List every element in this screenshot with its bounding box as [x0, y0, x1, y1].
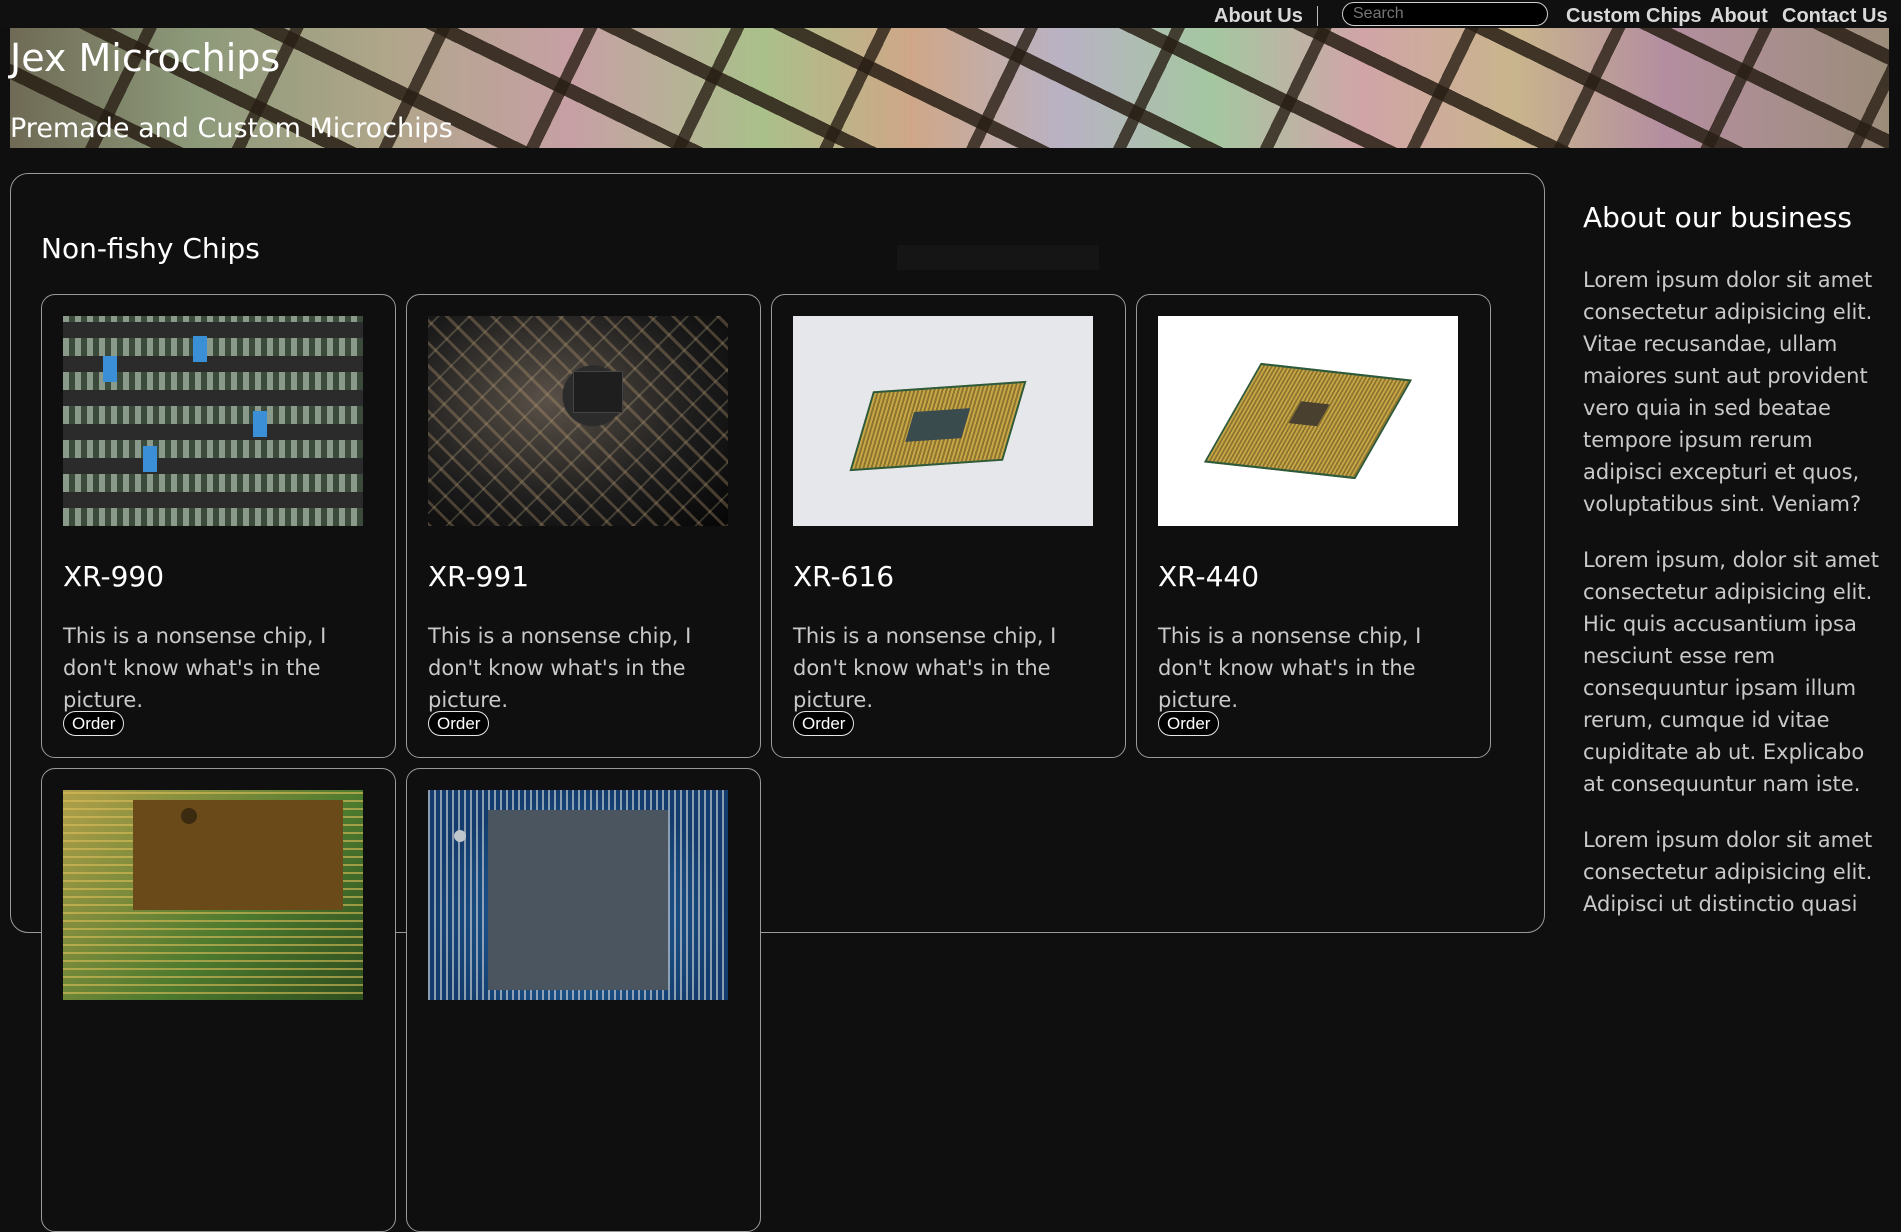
cpu-chip	[1203, 362, 1413, 480]
product-image	[63, 790, 363, 1000]
faded-overlay-element	[897, 245, 1099, 270]
chip-marking	[181, 808, 197, 824]
product-description: This is a nonsense chip, I don't know wh…	[63, 624, 327, 712]
product-description: This is a nonsense chip, I don't know wh…	[793, 624, 1057, 712]
capacitor	[253, 411, 267, 437]
section-title: Non-fishy Chips	[41, 232, 260, 265]
cpu-core	[905, 408, 971, 442]
product-name: XR-991	[428, 560, 530, 593]
ic-chip	[573, 371, 623, 413]
product-name: XR-440	[1158, 560, 1260, 593]
nav-link-custom-chips[interactable]: Custom Chips	[1566, 5, 1702, 27]
nav-divider	[1317, 6, 1318, 26]
product-description: This is a nonsense chip, I don't know wh…	[1158, 624, 1422, 712]
product-card	[406, 768, 761, 1232]
order-button[interactable]: Order	[428, 711, 490, 736]
site-subtitle: Premade and Custom Microchips	[10, 113, 453, 144]
product-card	[41, 768, 396, 1232]
product-image	[428, 316, 728, 526]
product-name: XR-616	[793, 560, 895, 593]
product-image	[1158, 316, 1458, 526]
product-image	[793, 316, 1093, 526]
capacitor	[103, 356, 117, 382]
sidebar-title: About our business	[1583, 201, 1853, 234]
cpu-core	[1288, 401, 1330, 427]
cpu-chip	[849, 380, 1027, 472]
product-card: XR-991 This is a nonsense chip, I don't …	[406, 294, 761, 758]
capacitor	[193, 336, 207, 362]
nav-link-about-us[interactable]: About Us	[1214, 5, 1303, 27]
search-input[interactable]	[1342, 2, 1548, 26]
nav-link-about[interactable]: About	[1710, 5, 1768, 27]
sidebar-paragraph: Lorem ipsum dolor sit amet consectetur a…	[1583, 268, 1873, 516]
solder-point	[454, 830, 466, 842]
site-title: Jex Microchips	[10, 36, 281, 80]
sidebar-paragraph: Lorem ipsum dolor sit amet consectetur a…	[1583, 828, 1873, 916]
product-image	[63, 316, 363, 526]
product-card: XR-990 This is a nonsense chip, I don't …	[41, 294, 396, 758]
sidebar-paragraph: Lorem ipsum, dolor sit amet consectetur …	[1583, 548, 1879, 796]
product-name: XR-990	[63, 560, 165, 593]
top-navbar: About Us Custom Chips About Contact Us	[0, 0, 1901, 28]
order-button[interactable]: Order	[63, 711, 125, 736]
product-image	[428, 790, 728, 1000]
product-card: XR-440 This is a nonsense chip, I don't …	[1136, 294, 1491, 758]
product-card: XR-616 This is a nonsense chip, I don't …	[771, 294, 1126, 758]
capacitor	[143, 446, 157, 472]
product-description: This is a nonsense chip, I don't know wh…	[428, 624, 692, 712]
order-button[interactable]: Order	[793, 711, 855, 736]
order-button[interactable]: Order	[1158, 711, 1220, 736]
nav-link-contact-us[interactable]: Contact Us	[1782, 5, 1888, 27]
